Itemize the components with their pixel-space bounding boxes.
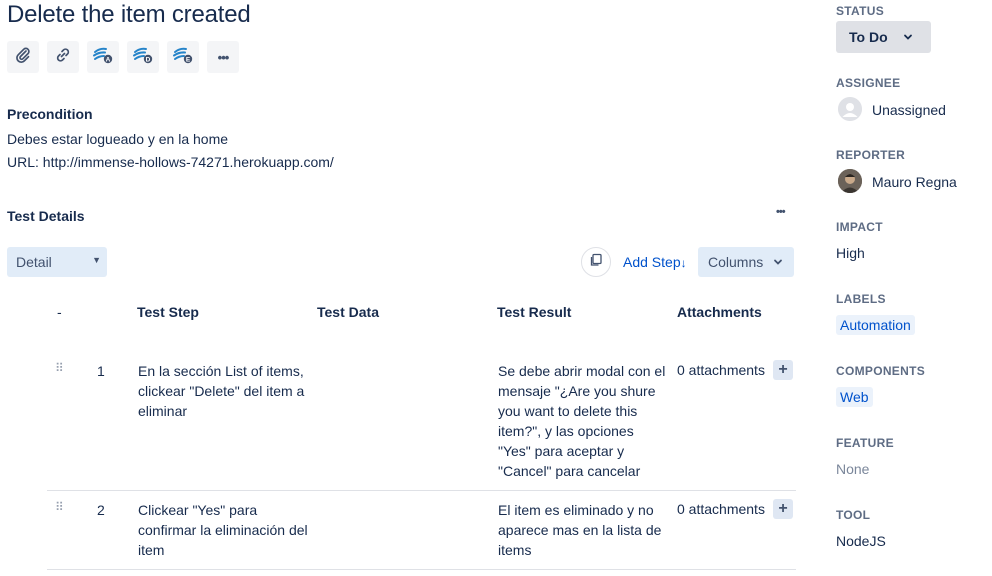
xray-a-icon: A: [92, 46, 114, 69]
copy-steps-button[interactable]: [581, 247, 611, 277]
copy-icon: [589, 253, 603, 272]
impact-value[interactable]: High: [836, 245, 865, 261]
issue-title[interactable]: Delete the item created: [7, 1, 251, 29]
link-icon: [54, 46, 72, 69]
view-select[interactable]: Detail ▼: [7, 247, 107, 277]
more-actions-button[interactable]: •••: [207, 41, 239, 73]
columns-label: Columns: [708, 254, 764, 270]
labels-label: LABELS: [836, 292, 886, 306]
svg-text:A: A: [106, 56, 111, 63]
label-tag[interactable]: Automation: [836, 315, 915, 335]
xray-d-button[interactable]: D: [127, 41, 159, 73]
xray-e-button[interactable]: E: [167, 41, 199, 73]
attach-button[interactable]: [7, 41, 39, 73]
row-attachments: 0 attachments: [677, 362, 765, 378]
status-value: To Do: [849, 29, 888, 45]
impact-label: IMPACT: [836, 220, 883, 234]
feature-label: FEATURE: [836, 436, 894, 450]
column-header-step[interactable]: Test Step: [137, 304, 199, 320]
arrow-down-icon: ↓: [680, 256, 687, 270]
xray-d-icon: D: [132, 46, 154, 69]
drag-handle-icon[interactable]: ⠿: [55, 500, 64, 514]
test-details-heading: Test Details: [7, 208, 85, 224]
component-tag[interactable]: Web: [836, 387, 873, 407]
status-label: STATUS: [836, 4, 885, 18]
reporter-avatar: [838, 169, 862, 193]
svg-text:E: E: [186, 56, 191, 63]
more-icon: •••: [217, 49, 230, 65]
row-step[interactable]: Clickear "Yes" para confirmar la elimina…: [138, 500, 310, 560]
column-header-attachments[interactable]: Attachments: [677, 304, 762, 320]
unassigned-avatar-icon: [838, 97, 862, 121]
reporter-label: REPORTER: [836, 148, 906, 162]
columns-button[interactable]: Columns: [698, 247, 794, 277]
row-number: 1: [97, 363, 105, 379]
attachment-icon: [14, 46, 32, 69]
precondition-line-1: Debes estar logueado y en la home: [7, 131, 229, 147]
row-result[interactable]: Se debe abrir modal con el mensaje "¿Are…: [498, 361, 670, 481]
precondition-line-2: URL: http://immense-hollows-74271.heroku…: [7, 154, 334, 170]
assignee-value[interactable]: Unassigned: [872, 102, 946, 118]
chevron-down-icon: [902, 30, 914, 48]
drag-handle-icon[interactable]: ⠿: [55, 361, 64, 375]
test-details-more-icon[interactable]: •••: [776, 206, 786, 218]
reporter-value[interactable]: Mauro Regna: [872, 174, 957, 190]
tool-value[interactable]: NodeJS: [836, 533, 886, 549]
link-issue-button[interactable]: [47, 41, 79, 73]
row-number: 2: [97, 502, 105, 518]
feature-value[interactable]: None: [836, 461, 869, 477]
add-attachment-button[interactable]: +: [773, 499, 793, 519]
view-select-value: Detail: [16, 254, 52, 270]
precondition-heading: Precondition: [7, 106, 93, 122]
column-header-num: -: [57, 304, 62, 320]
row-divider: [47, 490, 796, 491]
caret-down-icon: ▼: [92, 255, 101, 265]
column-header-data[interactable]: Test Data: [317, 304, 379, 320]
assignee-label: ASSIGNEE: [836, 76, 901, 90]
row-step[interactable]: En la sección List of items, clickear "D…: [138, 361, 310, 421]
add-step-link[interactable]: Add Step↓: [623, 254, 687, 270]
row-result[interactable]: El item es eliminado y no aparece mas en…: [498, 500, 670, 560]
tool-label: TOOL: [836, 508, 871, 522]
components-label: COMPONENTS: [836, 364, 926, 378]
svg-text:D: D: [146, 56, 151, 63]
row-attachments: 0 attachments: [677, 501, 765, 517]
add-step-label: Add Step: [623, 254, 681, 270]
column-header-result[interactable]: Test Result: [497, 304, 571, 320]
row-divider: [47, 569, 796, 570]
xray-e-icon: E: [172, 46, 194, 69]
status-button[interactable]: To Do: [836, 21, 931, 53]
xray-a-button[interactable]: A: [87, 41, 119, 73]
chevron-down-icon: [772, 255, 784, 271]
add-attachment-button[interactable]: +: [773, 360, 793, 380]
